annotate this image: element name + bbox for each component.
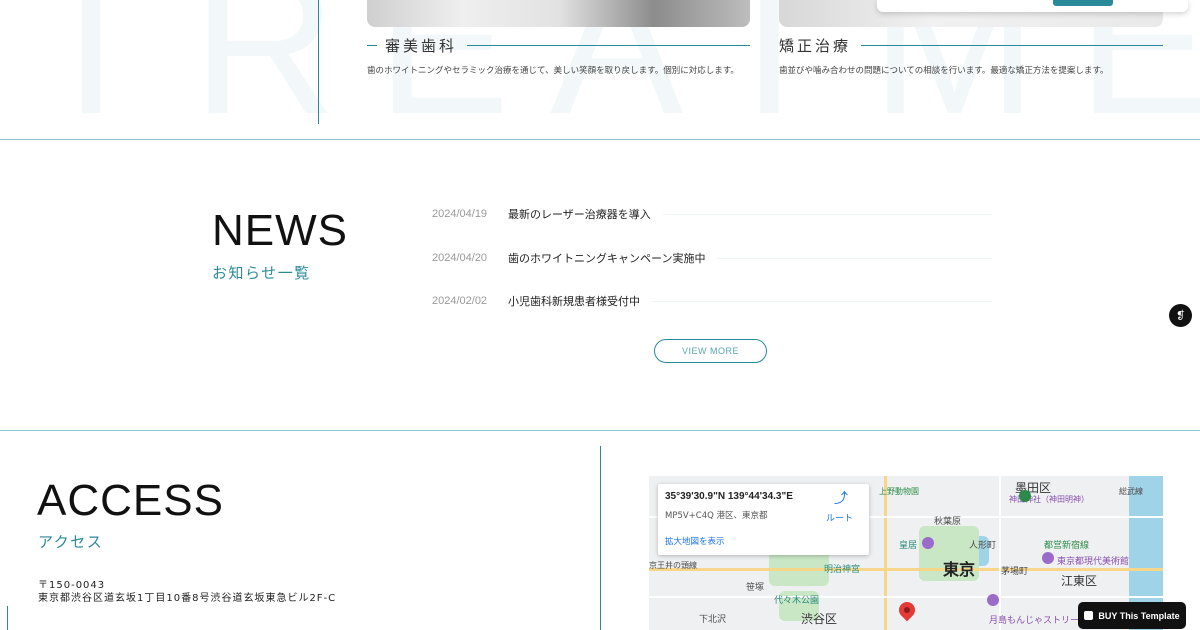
map-label: 秋葉原 [934,517,962,527]
map-label: 月島もんじゃストリート [989,616,1089,626]
map-label: 総武線 [1119,487,1143,496]
address-block: 〒150-0043 東京都渋谷区道玄坂1丁目10番8号渋谷道玄坂東急ビル2F-C [38,579,336,605]
map-label: 茅場町 [1001,567,1029,577]
news-item[interactable]: 2024/04/19 最新のレーザー治療器を導入 [432,202,992,226]
street-address: 東京都渋谷区道玄坂1丁目10番8号渋谷道玄坂東急ビル2F-C [38,593,337,604]
floating-logo-icon[interactable]: ❡ [1169,304,1192,327]
map-label: 下北沢 [699,615,727,625]
orthodontics-heading: 矯正治療 [779,34,1163,56]
section-divider-line [318,0,319,124]
template-icon [1084,611,1094,620]
map-label: 渋谷区 [801,612,838,626]
left-accent-line [7,606,8,630]
news-item[interactable]: 2024/04/20 歯のホワイトニングキャンペーン実施中 [432,246,992,270]
news-item[interactable]: 2024/02/02 小児歯科新規患者様受付中 [432,289,992,313]
cosmetic-dentistry-description: 歯のホワイトニングやセラミック治療を通じて、美しい笑顔を取り戻します。個別に対応… [367,66,739,76]
news-date: 2024/04/20 [432,252,488,264]
map-label: 皇居 [899,541,918,551]
map-label: 都営新宿線 [1044,541,1090,551]
news-rule [662,213,992,215]
section-divider [0,430,1200,431]
major-road [884,476,887,630]
orthodontics-description: 歯並びや噛み合わせの問題についての相談を行います。最適な矯正方法を提案します。 [779,66,1109,76]
heading-dash [367,44,377,46]
news-rule [717,257,992,259]
directions-icon[interactable]: ⤴ [833,491,849,507]
access-title: ACCESS [37,476,224,525]
map-label: 京王井の頭線 [649,561,697,570]
cosmetic-dentistry-heading: 審美歯科 [367,34,750,56]
view-more-button[interactable]: VIEW MORE [654,339,767,363]
buy-button-label: BUY This Template [1098,610,1180,621]
map-label: 人形町 [969,541,997,551]
buy-template-button[interactable]: BUY This Template [1078,602,1186,629]
poi-marker[interactable] [1019,490,1031,502]
poi-marker[interactable] [987,594,999,606]
access-subtitle: アクセス [38,533,104,551]
map-label: 東京都現代美術館 [1057,557,1130,567]
news-title-link[interactable]: 小児歯科新規患者様受付中 [508,293,640,309]
plus-code: MP5V+C4Q 港区、東京都 [665,511,768,521]
access-divider-line [600,446,601,630]
news-date: 2024/04/19 [432,208,488,220]
card-title: 矯正治療 [779,36,852,55]
location-pin-icon[interactable] [895,598,919,622]
news-title-link[interactable]: 最新のレーザー治療器を導入 [508,206,651,222]
heading-rule [467,44,750,46]
news-rule [652,300,992,302]
overlay-button[interactable] [1053,0,1113,6]
treatment-section: TREATMENT 審美歯科 歯のホワイトニングやセラミック治療を通じて、美しい… [0,0,1200,140]
map-label: 代々木公園 [774,596,820,606]
cosmetic-dentistry-image [367,0,750,27]
directions-label[interactable]: ルート [826,511,853,524]
map-label: 明治神宮 [824,565,861,575]
poi-marker[interactable] [922,537,934,549]
postal-code: 〒150-0043 [38,580,106,591]
news-title: NEWS [212,206,348,255]
news-title-link[interactable]: 歯のホワイトニングキャンペーン実施中 [508,250,705,266]
news-subtitle: お知らせ一覧 [212,264,311,282]
poi-marker[interactable] [1042,552,1054,564]
map-label: 笹塚 [746,583,765,593]
road [649,596,1163,598]
enlarge-map-link[interactable]: 拡大地図を表示 [665,535,725,547]
map-label: 上野動物園 [879,487,919,496]
overlay-panel [877,0,1188,12]
news-date: 2024/02/02 [432,295,488,307]
map-label: 江東区 [1061,574,1098,588]
map-coordinates: 35°39'30.9"N 139°44'34.3"E [665,491,793,502]
map-info-card: 35°39'30.9"N 139°44'34.3"E MP5V+C4Q 港区、東… [658,484,869,555]
map-label: 東京 [943,560,976,579]
road [999,476,1001,630]
major-road [649,568,1163,571]
card-title: 審美歯科 [385,36,458,55]
heading-rule [861,44,1163,46]
